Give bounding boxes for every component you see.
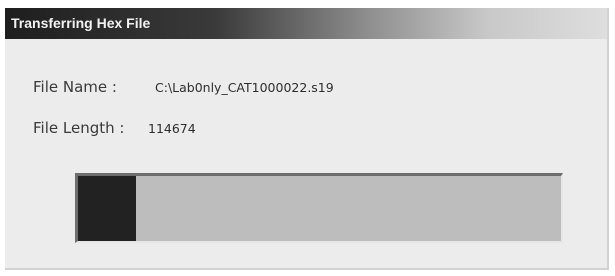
file-length-label: File Length : [33, 119, 125, 137]
title-bar[interactable]: Transferring Hex File [5, 8, 607, 39]
file-name-label: File Name : [33, 78, 117, 96]
window-title: Transferring Hex File [11, 15, 151, 31]
file-name-value: C:\Lab0nly_CAT1000022.s19 [155, 80, 334, 95]
progress-fill [78, 176, 136, 241]
file-length-value: 114674 [148, 121, 196, 136]
transfer-dialog: Transferring Hex File File Name : C:\Lab… [5, 8, 609, 270]
transfer-progress-bar [75, 173, 563, 243]
